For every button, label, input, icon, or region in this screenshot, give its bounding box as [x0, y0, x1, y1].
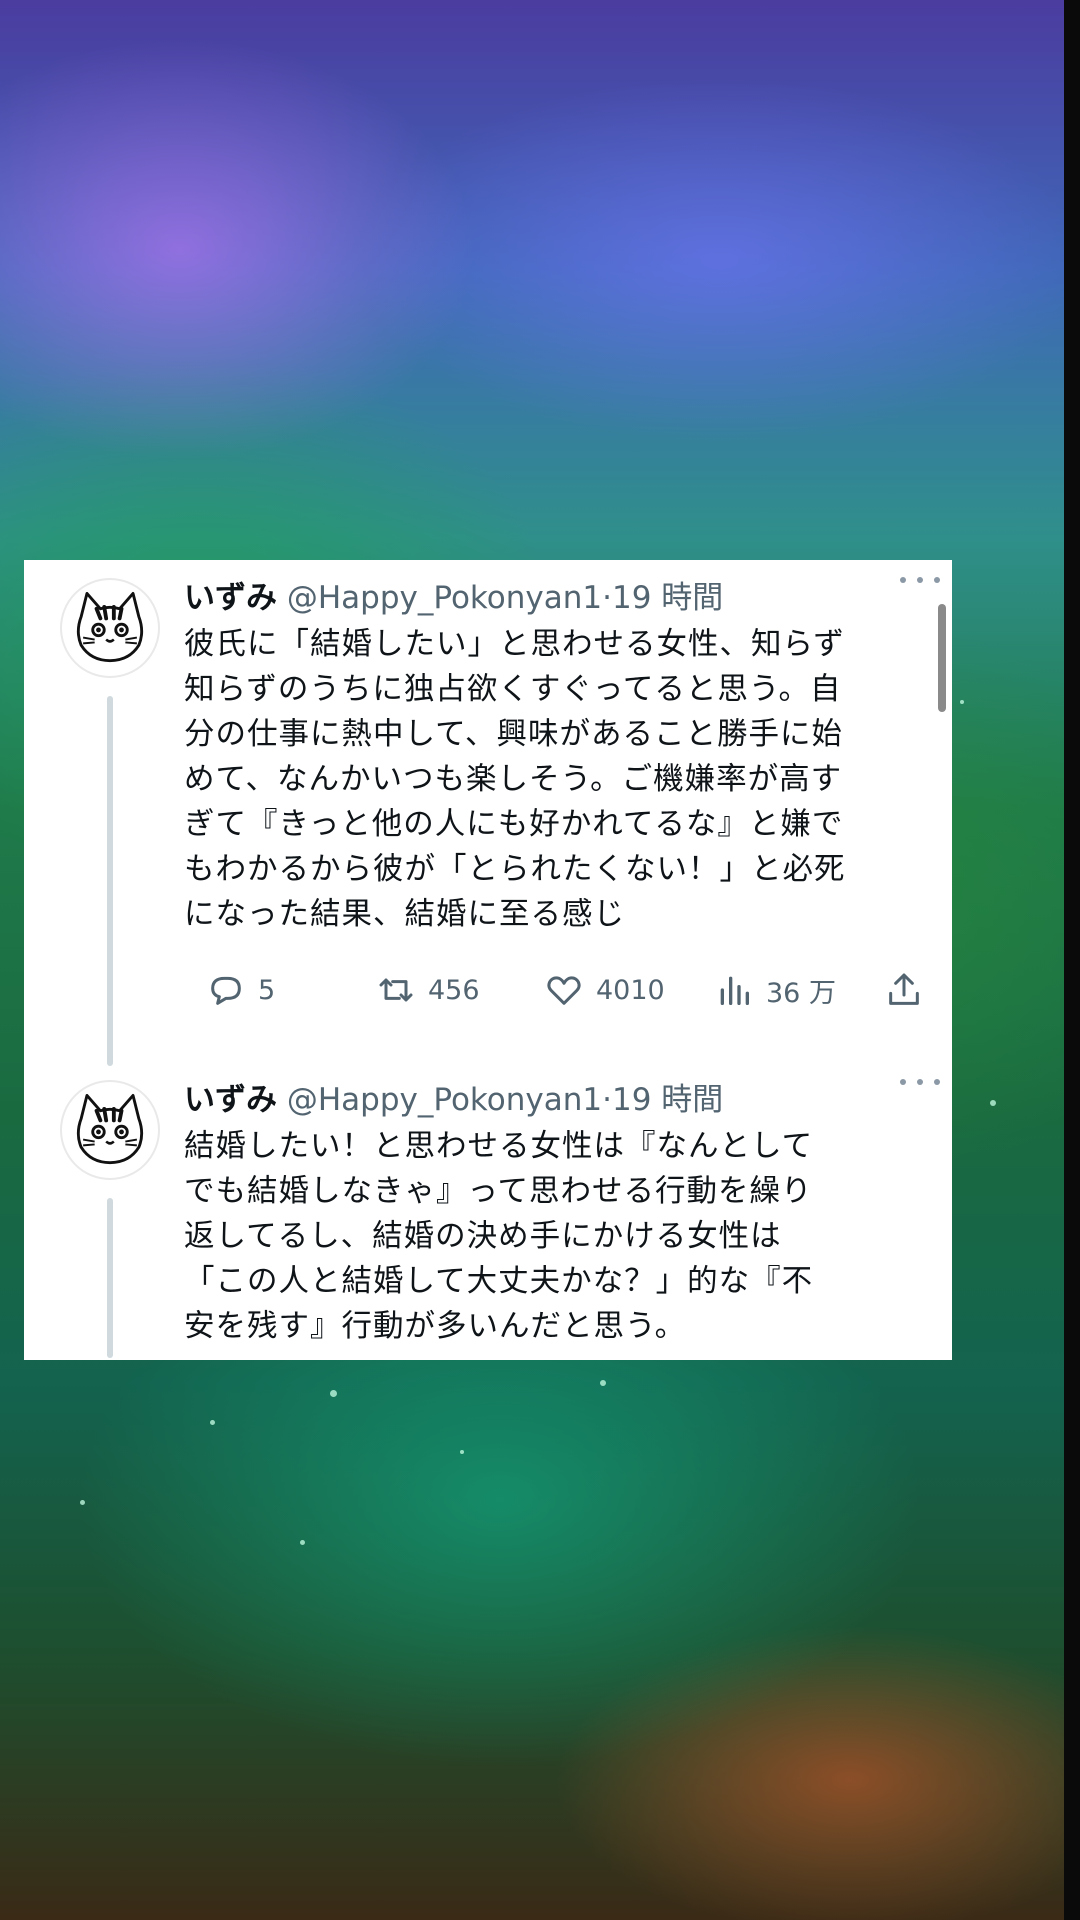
- tweet-text: 結婚したい！と思わせる女性は『なんとして でも結婚しなきゃ』って思わせる行動を繰…: [184, 1129, 814, 1344]
- thread-line: [107, 1198, 113, 1358]
- views-button[interactable]: 36 万: [714, 960, 836, 1020]
- view-count: 36 万: [766, 977, 836, 1009]
- reply-button[interactable]: 5: [206, 960, 275, 1020]
- tweet-text: 彼氏に「結婚したい」と思わせる女性、知らず 知らずのうちに独占欲くすぐってると思…: [184, 627, 846, 932]
- tweet-actions: 5 456 4010 36 万: [184, 960, 944, 1020]
- timestamp[interactable]: 19 時間: [612, 1082, 723, 1118]
- user-handle[interactable]: @Happy_Pokonyan1: [287, 580, 602, 616]
- retweet-button[interactable]: 456: [376, 960, 480, 1020]
- heart-icon: [547, 976, 581, 1005]
- cat-avatar-icon[interactable]: [60, 1080, 160, 1180]
- views-icon: [720, 976, 749, 1005]
- share-icon: [889, 973, 919, 1005]
- retweet-icon: [379, 978, 413, 1002]
- separator: ·: [602, 580, 612, 616]
- share-button[interactable]: [884, 960, 936, 1020]
- reply-icon: [211, 976, 241, 1005]
- more-dots-icon[interactable]: [900, 570, 940, 590]
- user-handle[interactable]: @Happy_Pokonyan1: [287, 1082, 602, 1118]
- like-button[interactable]: 4010: [544, 960, 665, 1020]
- retweet-count: 456: [428, 974, 480, 1006]
- separator: ·: [602, 1082, 612, 1118]
- reply-count: 5: [258, 974, 276, 1006]
- display-name[interactable]: いずみ: [184, 1082, 277, 1118]
- cat-avatar-icon[interactable]: [60, 578, 160, 678]
- thread-line: [107, 696, 113, 1066]
- display-name[interactable]: いずみ: [184, 580, 277, 616]
- tweet-thread-card: いずみ @Happy_Pokonyan1·19 時間 彼氏に「結婚したい」と思わ…: [24, 560, 952, 1360]
- tweet-header: いずみ @Happy_Pokonyan1·19 時間: [184, 576, 922, 620]
- like-count: 4010: [596, 974, 665, 1006]
- tweet-header: いずみ @Happy_Pokonyan1·19 時間: [184, 1078, 922, 1122]
- scrollbar[interactable]: [938, 604, 946, 712]
- timestamp[interactable]: 19 時間: [612, 580, 723, 616]
- more-dots-icon[interactable]: [900, 1072, 940, 1092]
